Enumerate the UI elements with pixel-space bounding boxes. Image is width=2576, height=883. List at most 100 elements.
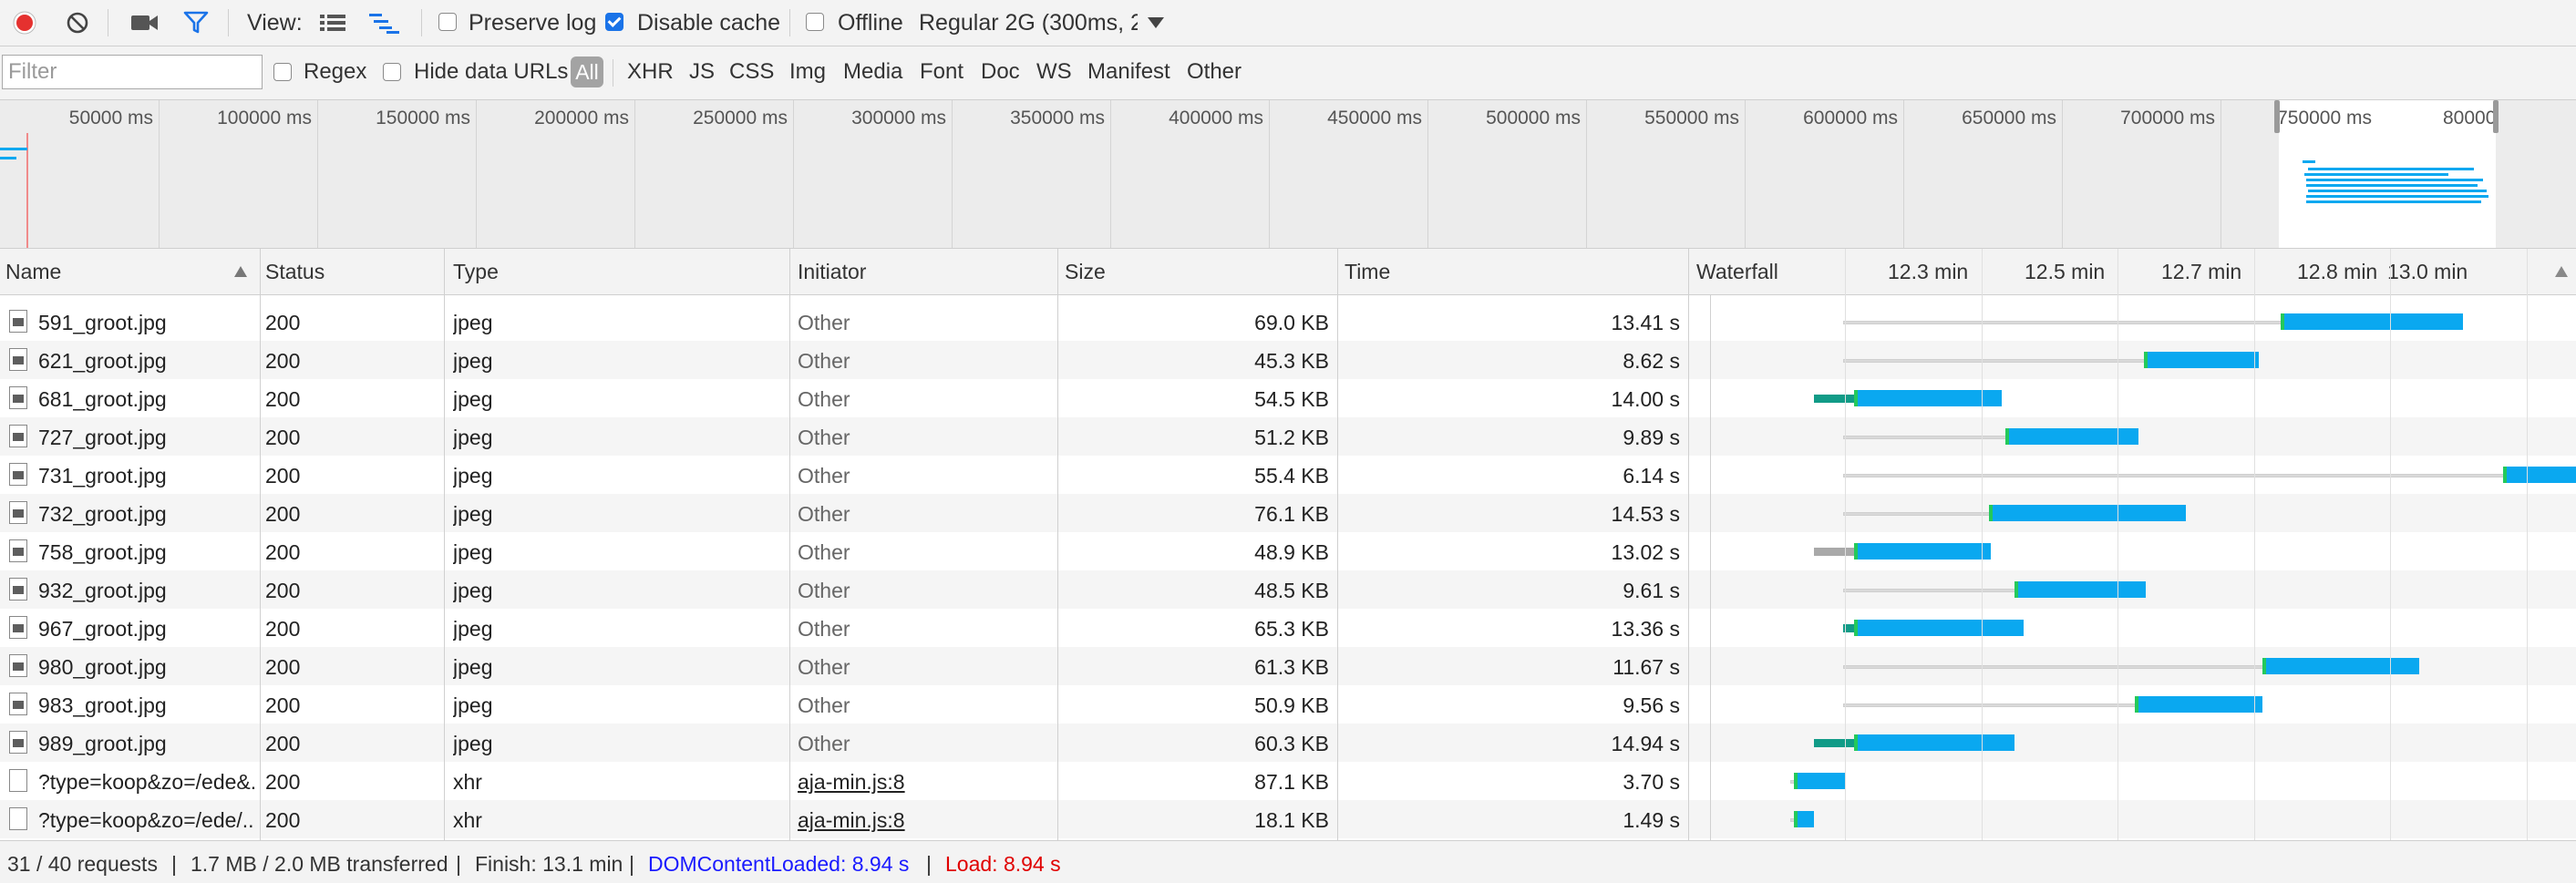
request-time: 11.67 s: [1613, 655, 1680, 679]
table-row[interactable]: 727_groot.jpg 200 jpeg Other 51.2 KB 9.89 s: [0, 417, 2576, 456]
capture-screenshots-button[interactable]: [129, 11, 160, 35]
preserve-log-checkbox[interactable]: [438, 13, 457, 31]
type-filter-doc[interactable]: Doc: [981, 59, 1020, 85]
request-initiator: Other: [798, 426, 850, 449]
request-name: 967_groot.jpg: [38, 617, 167, 641]
sort-ascending-icon: [234, 266, 247, 277]
request-status: 200: [265, 502, 301, 526]
request-size: 87.1 KB: [1254, 770, 1329, 794]
request-name: 989_groot.jpg: [38, 732, 167, 755]
disable-cache-label: Disable cache: [637, 10, 781, 36]
offline-label: Offline: [838, 10, 903, 36]
waterfall-sort-icon[interactable]: [2554, 265, 2569, 278]
table-row[interactable]: 591_groot.jpg 200 jpeg Other 69.0 KB 13.41 s: [0, 303, 2576, 341]
column-divider[interactable]: [789, 249, 790, 840]
column-divider[interactable]: [260, 249, 261, 840]
request-status: 200: [265, 579, 301, 602]
request-status: 200: [265, 617, 301, 641]
table-row[interactable]: 758_groot.jpg 200 jpeg Other 48.9 KB 13.02 s: [0, 532, 2576, 570]
table-row[interactable]: 932_groot.jpg 200 jpeg Other 48.5 KB 9.61 s: [0, 570, 2576, 609]
request-size: 18.1 KB: [1254, 808, 1329, 832]
table-row[interactable]: 681_groot.jpg 200 jpeg Other 54.5 KB 14.00 s: [0, 379, 2576, 417]
table-row[interactable]: 731_groot.jpg 200 jpeg Other 55.4 KB 6.14 s: [0, 456, 2576, 494]
waterfall-download-bar: [2284, 313, 2463, 330]
type-filter-css[interactable]: CSS: [729, 59, 774, 85]
request-size: 45.3 KB: [1254, 349, 1329, 373]
request-status: 200: [265, 311, 301, 334]
regex-label: Regex: [304, 59, 367, 84]
type-filter-font[interactable]: Font: [920, 59, 963, 85]
column-divider[interactable]: [1057, 249, 1058, 840]
waterfall-queue-line: [1843, 589, 2016, 592]
table-row[interactable]: 983_groot.jpg 200 jpeg Other 50.9 KB 9.56 s: [0, 685, 2576, 724]
disable-cache-checkbox[interactable]: [605, 13, 623, 31]
column-header-status[interactable]: Status: [265, 260, 325, 284]
table-row[interactable]: 732_groot.jpg 200 jpeg Other 76.1 KB 14.53 s: [0, 494, 2576, 532]
overview-toggle-button[interactable]: [366, 9, 403, 36]
hide-data-urls-checkbox[interactable]: [383, 63, 401, 81]
overview-grid-line: [1745, 100, 1746, 248]
column-divider[interactable]: [1337, 249, 1338, 840]
throttling-dropdown-button[interactable]: [1145, 13, 1167, 33]
filter-toggle-button[interactable]: [180, 9, 211, 36]
preserve-log-label: Preserve log: [469, 10, 597, 36]
table-row[interactable]: 989_groot.jpg 200 jpeg Other 60.3 KB 14.94 s: [0, 724, 2576, 762]
waterfall-download-bar: [2266, 658, 2419, 674]
overview-grid-line: [952, 100, 953, 248]
column-header-type[interactable]: Type: [453, 260, 499, 284]
type-filter-all[interactable]: All: [571, 56, 603, 87]
offline-checkbox[interactable]: [806, 13, 824, 31]
initiator-link[interactable]: aja-min.js:8: [798, 808, 1053, 833]
record-icon: [13, 11, 36, 35]
waterfall-stalled-bar: [1814, 548, 1854, 556]
initiator-link[interactable]: aja-min.js:8: [798, 770, 1053, 795]
request-type: jpeg: [453, 349, 493, 373]
request-status: 200: [265, 808, 301, 832]
request-name: 980_groot.jpg: [38, 655, 167, 679]
waterfall-tick-label: 12.7 min: [2161, 260, 2242, 283]
large-request-rows-button[interactable]: [317, 11, 348, 35]
type-filter-media[interactable]: Media: [843, 59, 902, 85]
column-header-size[interactable]: Size: [1065, 260, 1106, 284]
request-size: 65.3 KB: [1254, 617, 1329, 641]
clear-button[interactable]: [64, 9, 91, 36]
request-type: xhr: [453, 808, 482, 832]
table-row[interactable]: ?type=koop&zo=/ede&... 200 xhr aja-min.js:8…: [0, 762, 2576, 800]
table-row[interactable]: 967_groot.jpg 200 jpeg Other 65.3 KB 13.36 s: [0, 609, 2576, 647]
toolbar-divider: [421, 9, 422, 36]
hide-data-urls-label: Hide data URLs: [414, 59, 569, 84]
column-divider[interactable]: [1688, 249, 1689, 840]
waterfall-tick-label: 12.8 min: [2297, 260, 2378, 283]
request-size: 69.0 KB: [1254, 311, 1329, 334]
type-filter-img[interactable]: Img: [789, 59, 826, 85]
request-name: 983_groot.jpg: [38, 693, 167, 717]
type-filter-other[interactable]: Other: [1187, 59, 1242, 85]
column-divider[interactable]: [444, 249, 445, 840]
column-header-waterfall[interactable]: Waterfall: [1696, 260, 1778, 284]
table-row[interactable]: 621_groot.jpg 200 jpeg Other 45.3 KB 8.62 s: [0, 341, 2576, 379]
waterfall-download-bar: [1858, 390, 2002, 406]
throttling-select[interactable]: Regular 2G (300ms, 25: [919, 10, 1138, 36]
regex-checkbox[interactable]: [273, 63, 292, 81]
table-row[interactable]: 980_groot.jpg 200 jpeg Other 61.3 KB 11.67 s: [0, 647, 2576, 685]
column-header-time[interactable]: Time: [1345, 260, 1390, 284]
overview-grid-line: [1903, 100, 1904, 248]
column-header-initiator[interactable]: Initiator: [798, 260, 866, 284]
waterfall-view-icon: [369, 14, 399, 34]
image-file-icon: [9, 463, 27, 486]
request-type: jpeg: [453, 311, 493, 334]
type-filter-xhr[interactable]: XHR: [627, 59, 674, 85]
type-filter-js[interactable]: JS: [689, 59, 715, 85]
record-button[interactable]: [11, 9, 38, 36]
type-filter-manifest[interactable]: Manifest: [1087, 59, 1170, 85]
table-row[interactable]: ?type=koop&zo=/ede/... 200 xhr aja-min.js:8…: [0, 800, 2576, 838]
overview-time-label: 550000 ms: [1644, 108, 1739, 128]
timeline-overview[interactable]: 50000 ms 100000 ms 150000 ms 200000 ms 25000…: [0, 100, 2576, 249]
type-filter-ws[interactable]: WS: [1036, 59, 1072, 85]
overview-time-label: 650000 ms: [1962, 108, 2056, 128]
filter-input[interactable]: [2, 55, 263, 89]
column-header-name[interactable]: Name: [5, 260, 61, 284]
request-count: 31 / 40 requests: [7, 852, 158, 876]
waterfall-queue-line: [1843, 359, 2146, 363]
request-status: 200: [265, 655, 301, 679]
